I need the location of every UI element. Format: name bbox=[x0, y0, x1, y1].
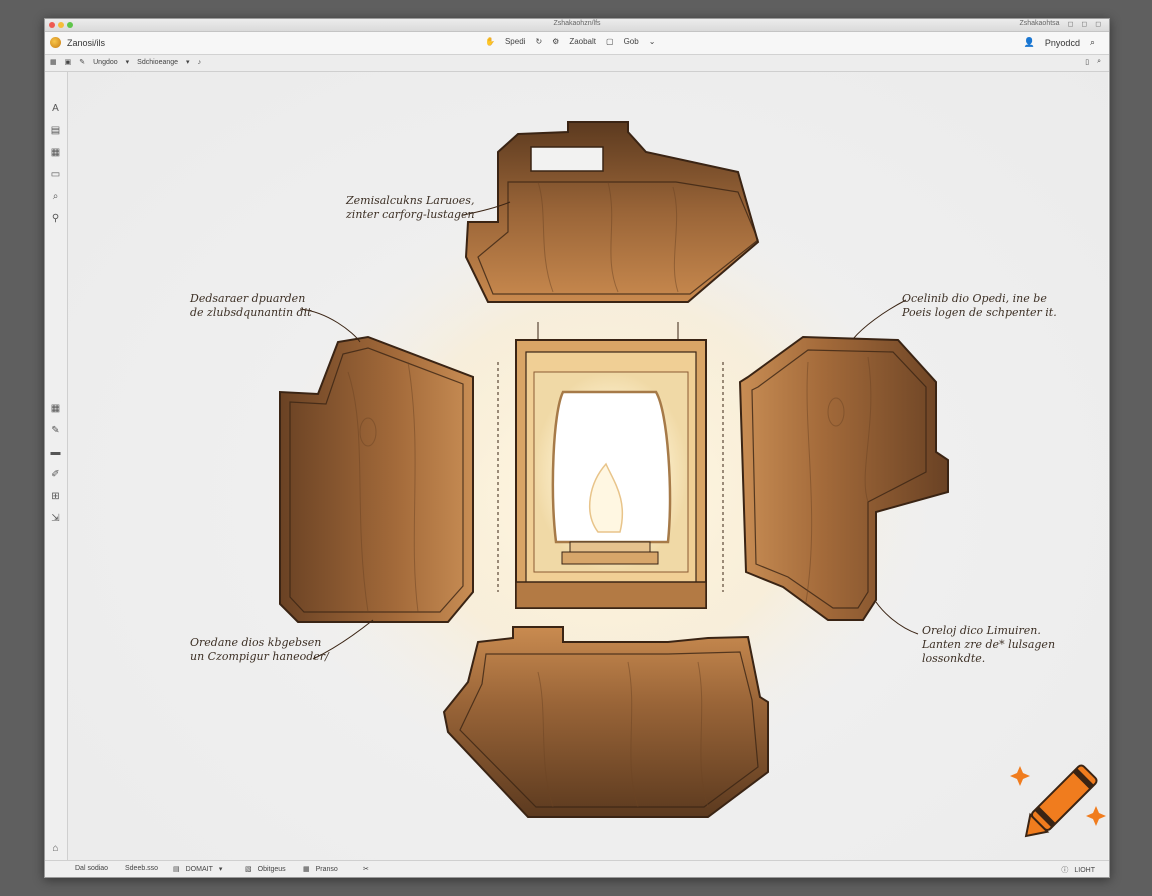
zoom-icon[interactable]: ⌕ bbox=[49, 190, 62, 203]
chevron-down-icon[interactable]: ▾ bbox=[126, 58, 130, 66]
status-item-5: ▦ Pranso bbox=[303, 865, 338, 874]
settings-icon[interactable]: ⚙ bbox=[552, 37, 559, 46]
title-right-button-2[interactable]: ◻ bbox=[1081, 20, 1087, 28]
lantern-frame bbox=[497, 322, 724, 609]
folder-icon[interactable]: ▬ bbox=[49, 446, 62, 459]
title-right-button-1[interactable]: ◻ bbox=[1068, 20, 1074, 28]
title-bar: Zshakaohzn/lfs Zshakaohtsa ◻ ◻ ◻ bbox=[45, 19, 1109, 32]
secondary-toolbar: ▦ ▣ ✎ Ungdoo ▾ Sdchioeange ▾ ♪ ▯ ⌕ bbox=[45, 55, 1109, 72]
subbar-right: ▯ ⌕ bbox=[1085, 58, 1101, 66]
user-icon[interactable]: 👤 bbox=[1024, 37, 1035, 48]
tools-sidebar: A ▤ ▦ ▭ ⌕ ⚲ ▦ ✎ ▬ ✐ ⊞ ⇲ ⌂ bbox=[45, 72, 68, 860]
title-right-controls: Zshakaohtsa ◻ ◻ ◻ bbox=[1019, 20, 1101, 28]
status-text-right[interactable]: LIOHT bbox=[1074, 867, 1095, 874]
toolbar-right: 👤 Pnyodcd ⌕ bbox=[1024, 37, 1095, 48]
status-text-4[interactable]: Obitgeus bbox=[258, 866, 286, 873]
status-item-3: ▤ DOMAIT ▾ bbox=[173, 865, 223, 874]
app-window: Zshakaohzn/lfs Zshakaohtsa ◻ ◻ ◻ Zanosi/… bbox=[44, 18, 1110, 878]
main-toolbar: Zanosi/ils ✋ Spedi ↻ ⚙ Zaobalt ▢ Gob ⌄ 👤… bbox=[45, 32, 1109, 55]
status-text-5[interactable]: Pranso bbox=[316, 866, 338, 873]
chevron-down-icon[interactable]: ⌄ bbox=[649, 37, 656, 46]
app-name: Zanosi/ils bbox=[67, 38, 106, 48]
table-icon[interactable]: ▦ bbox=[49, 146, 62, 159]
annotation-top: Zemisalcukns Laruoes, zinter carforg-lus… bbox=[346, 194, 475, 221]
refresh-icon[interactable]: ↻ bbox=[535, 37, 542, 46]
status-item-4: ▧ Obitgeus bbox=[245, 865, 286, 874]
status-text-1: Dal sodiao bbox=[75, 865, 109, 872]
subbar-left: ▦ ▣ ✎ Ungdoo ▾ Sdchioeange ▾ ♪ bbox=[50, 58, 202, 67]
status-item-1: Dal sodiao bbox=[75, 865, 108, 872]
lock-icon[interactable]: ▢ bbox=[606, 37, 614, 46]
panel-icon[interactable]: ▤ bbox=[173, 865, 180, 873]
status-bar: Dal sodiao Sdeeb.sso ▤ DOMAIT ▾ ▧ Obitge… bbox=[45, 860, 1109, 877]
document-icon[interactable]: ▯ bbox=[1085, 58, 1089, 66]
zoom-icon[interactable]: ⌕ bbox=[1097, 58, 1101, 66]
toolbar-item-spedi[interactable]: Spedi bbox=[505, 37, 525, 46]
toolbar-item-gob[interactable]: Gob bbox=[624, 37, 639, 46]
subbar-item-2[interactable]: Sdchioeange bbox=[137, 59, 178, 66]
crop-icon[interactable]: ⊞ bbox=[49, 490, 62, 503]
export-icon[interactable]: ⇲ bbox=[49, 512, 62, 525]
bell-icon[interactable]: ♪ bbox=[198, 59, 202, 66]
layers-icon[interactable]: ▤ bbox=[49, 124, 62, 137]
drawing-canvas[interactable]: Zemisalcukns Laruoes, zinter carforg-lus… bbox=[68, 72, 1108, 860]
app-logo-icon bbox=[50, 37, 61, 48]
search-icon[interactable]: ⌕ bbox=[1090, 37, 1095, 48]
grid-view-icon[interactable]: ▦ bbox=[50, 58, 57, 66]
pencil-icon[interactable]: ✎ bbox=[49, 424, 62, 437]
rectangle-icon[interactable]: ▭ bbox=[49, 168, 62, 181]
bottom-panel bbox=[442, 626, 769, 818]
lantern-blueprint bbox=[278, 121, 949, 818]
subbar-item-1[interactable]: Ungdoo bbox=[93, 59, 118, 66]
edit-icon[interactable]: ✐ bbox=[49, 468, 62, 481]
user-label[interactable]: Pnyodcd bbox=[1045, 38, 1080, 48]
status-text-3[interactable]: DOMAIT bbox=[186, 866, 213, 873]
chevron-down-icon[interactable]: ▾ bbox=[186, 58, 190, 66]
chevron-down-icon[interactable]: ▾ bbox=[219, 865, 223, 873]
annotation-left-upper: Dedsaraer dpuarden de zlubsdqunantin dit bbox=[190, 292, 312, 319]
home-icon[interactable]: ⌂ bbox=[49, 842, 62, 855]
grid-icon[interactable]: ▦ bbox=[49, 402, 62, 415]
top-panel bbox=[464, 121, 760, 303]
brush-icon[interactable]: ✎ bbox=[79, 58, 85, 66]
status-item-6: ✂ bbox=[363, 865, 369, 873]
search-icon[interactable]: ⚲ bbox=[49, 212, 62, 225]
tools-icon[interactable]: ✂ bbox=[363, 865, 369, 873]
title-right-button-3[interactable]: ◻ bbox=[1095, 20, 1101, 28]
hand-icon[interactable]: ✋ bbox=[485, 37, 495, 46]
annotation-right-lower: Oreloj dico Limuiren. Lanten zre de* lul… bbox=[922, 624, 1056, 665]
info-icon[interactable]: ⓘ bbox=[1061, 865, 1068, 875]
layout-icon[interactable]: ▧ bbox=[245, 865, 252, 873]
status-text-2: Sdeeb.sso bbox=[125, 865, 159, 872]
title-right-label[interactable]: Zshakaohtsa bbox=[1019, 20, 1059, 28]
toolbar-item-zaobalt[interactable]: Zaobalt bbox=[569, 37, 596, 46]
toolbar-center: ✋ Spedi ↻ ⚙ Zaobalt ▢ Gob ⌄ bbox=[485, 37, 655, 46]
status-item-right: ⓘ LIOHT bbox=[1061, 865, 1095, 875]
annotation-left-lower: Oredane dios kbgebsen un Czompigur haneo… bbox=[190, 636, 329, 663]
crayon-logo-icon bbox=[1010, 764, 1106, 838]
annotation-right-upper: Ocelinib dio Opedi, ine be Poeis logen d… bbox=[902, 292, 1057, 319]
text-tool-icon[interactable]: A bbox=[49, 102, 62, 115]
window-title: Zshakaohzn/lfs bbox=[553, 20, 601, 27]
image-icon[interactable]: ▣ bbox=[65, 58, 72, 66]
grid-icon[interactable]: ▦ bbox=[303, 865, 310, 873]
status-item-2: Sdeeb.sso bbox=[125, 865, 158, 872]
